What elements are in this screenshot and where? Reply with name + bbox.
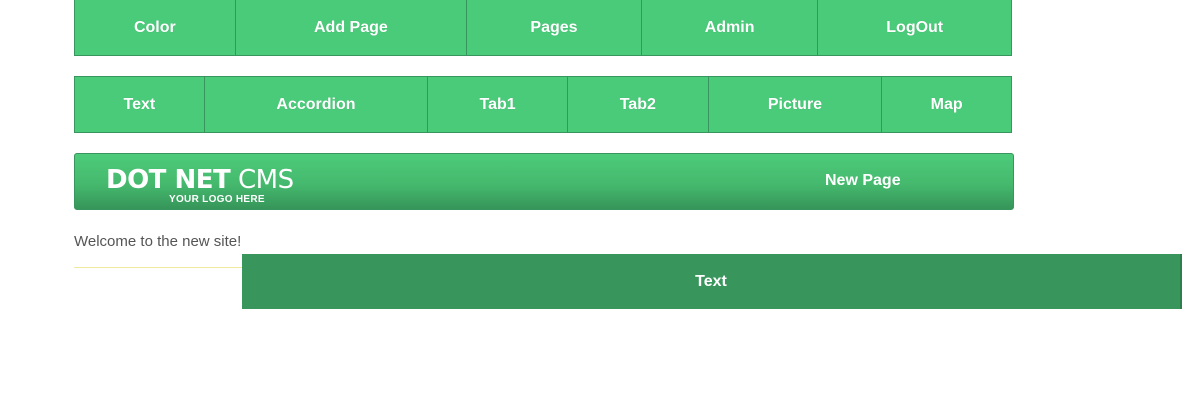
welcome-text: Welcome to the new site! bbox=[74, 233, 242, 250]
page-menu-item-text[interactable]: Text bbox=[75, 77, 205, 132]
text-panel-label: Text bbox=[695, 272, 727, 290]
menu-item-admin[interactable]: Admin bbox=[642, 0, 819, 55]
text-panel-header[interactable]: Text bbox=[242, 254, 1182, 309]
page-menu-item-tab2[interactable]: Tab2 bbox=[568, 77, 709, 132]
menu-item-add-page[interactable]: Add Page bbox=[236, 0, 468, 55]
page-menu-item-picture[interactable]: Picture bbox=[709, 77, 883, 132]
page: Color Add Page Pages Admin LogOut Text A… bbox=[0, 0, 1197, 410]
content-divider bbox=[74, 267, 244, 268]
top-menu: Color Add Page Pages Admin LogOut bbox=[74, 0, 1012, 56]
menu-item-pages[interactable]: Pages bbox=[467, 0, 642, 55]
site-header: DOT NET CMS YOUR LOGO HERE New Page bbox=[74, 153, 1014, 210]
site-logo[interactable]: DOT NET CMS YOUR LOGO HERE bbox=[106, 166, 294, 205]
page-menu-item-map[interactable]: Map bbox=[882, 77, 1011, 132]
logo-tagline: YOUR LOGO HERE bbox=[169, 194, 265, 205]
menu-item-color[interactable]: Color bbox=[75, 0, 236, 55]
logo-light-text: CMS bbox=[238, 165, 294, 195]
menu-item-logout[interactable]: LogOut bbox=[818, 0, 1011, 55]
page-menu-item-tab1[interactable]: Tab1 bbox=[428, 77, 568, 132]
page-menu-item-accordion[interactable]: Accordion bbox=[205, 77, 429, 132]
logo-text: DOT NET CMS bbox=[106, 166, 294, 194]
page-menu: Text Accordion Tab1 Tab2 Picture Map bbox=[74, 76, 1012, 133]
logo-bold-text: DOT NET bbox=[106, 165, 231, 195]
new-page-link[interactable]: New Page bbox=[825, 172, 901, 190]
